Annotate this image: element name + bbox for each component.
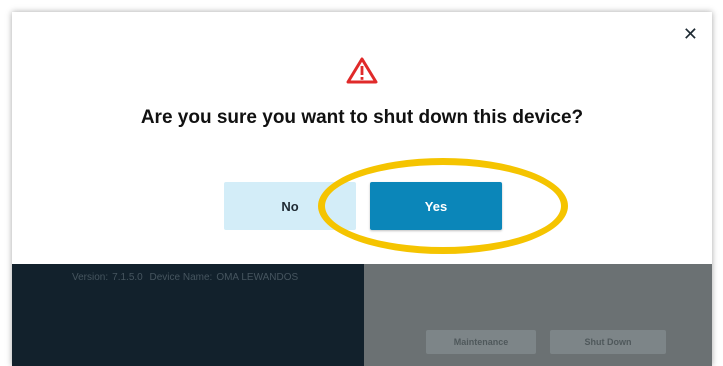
maintenance-label: Maintenance xyxy=(453,337,509,347)
yes-button[interactable]: Yes xyxy=(370,182,502,230)
version-label: Version: xyxy=(72,272,109,283)
version-value: 7.1.5.0 xyxy=(112,272,143,283)
no-button-label: No xyxy=(281,198,299,214)
maintenance-button[interactable]: Maintenance xyxy=(426,330,536,354)
device-name-label: Device Name: xyxy=(149,272,213,283)
device-name-value: OMA LEWANDOS xyxy=(216,272,299,283)
version-info: Version: 7.1.5.0 Device Name: OMA LEWANDOS xyxy=(72,272,302,283)
yes-button-label: Yes xyxy=(424,198,448,214)
shutdown-label: Shut Down xyxy=(584,337,632,347)
shutdown-button[interactable]: Shut Down xyxy=(550,330,666,354)
background-info-panel: Version: 7.1.5.0 Device Name: OMA LEWANDOS xyxy=(12,264,364,366)
confirm-dialog: ✕ Are you sure you want to shut down thi… xyxy=(12,12,712,264)
close-icon[interactable]: ✕ xyxy=(683,25,698,43)
warning-triangle-icon xyxy=(346,57,378,84)
dialog-title: Are you sure you want to shut down this … xyxy=(140,107,584,128)
no-button[interactable]: No xyxy=(224,182,356,230)
screen-frame: ✕ Are you sure you want to shut down thi… xyxy=(12,12,712,366)
background-actions-panel: Maintenance Shut Down xyxy=(364,264,712,366)
